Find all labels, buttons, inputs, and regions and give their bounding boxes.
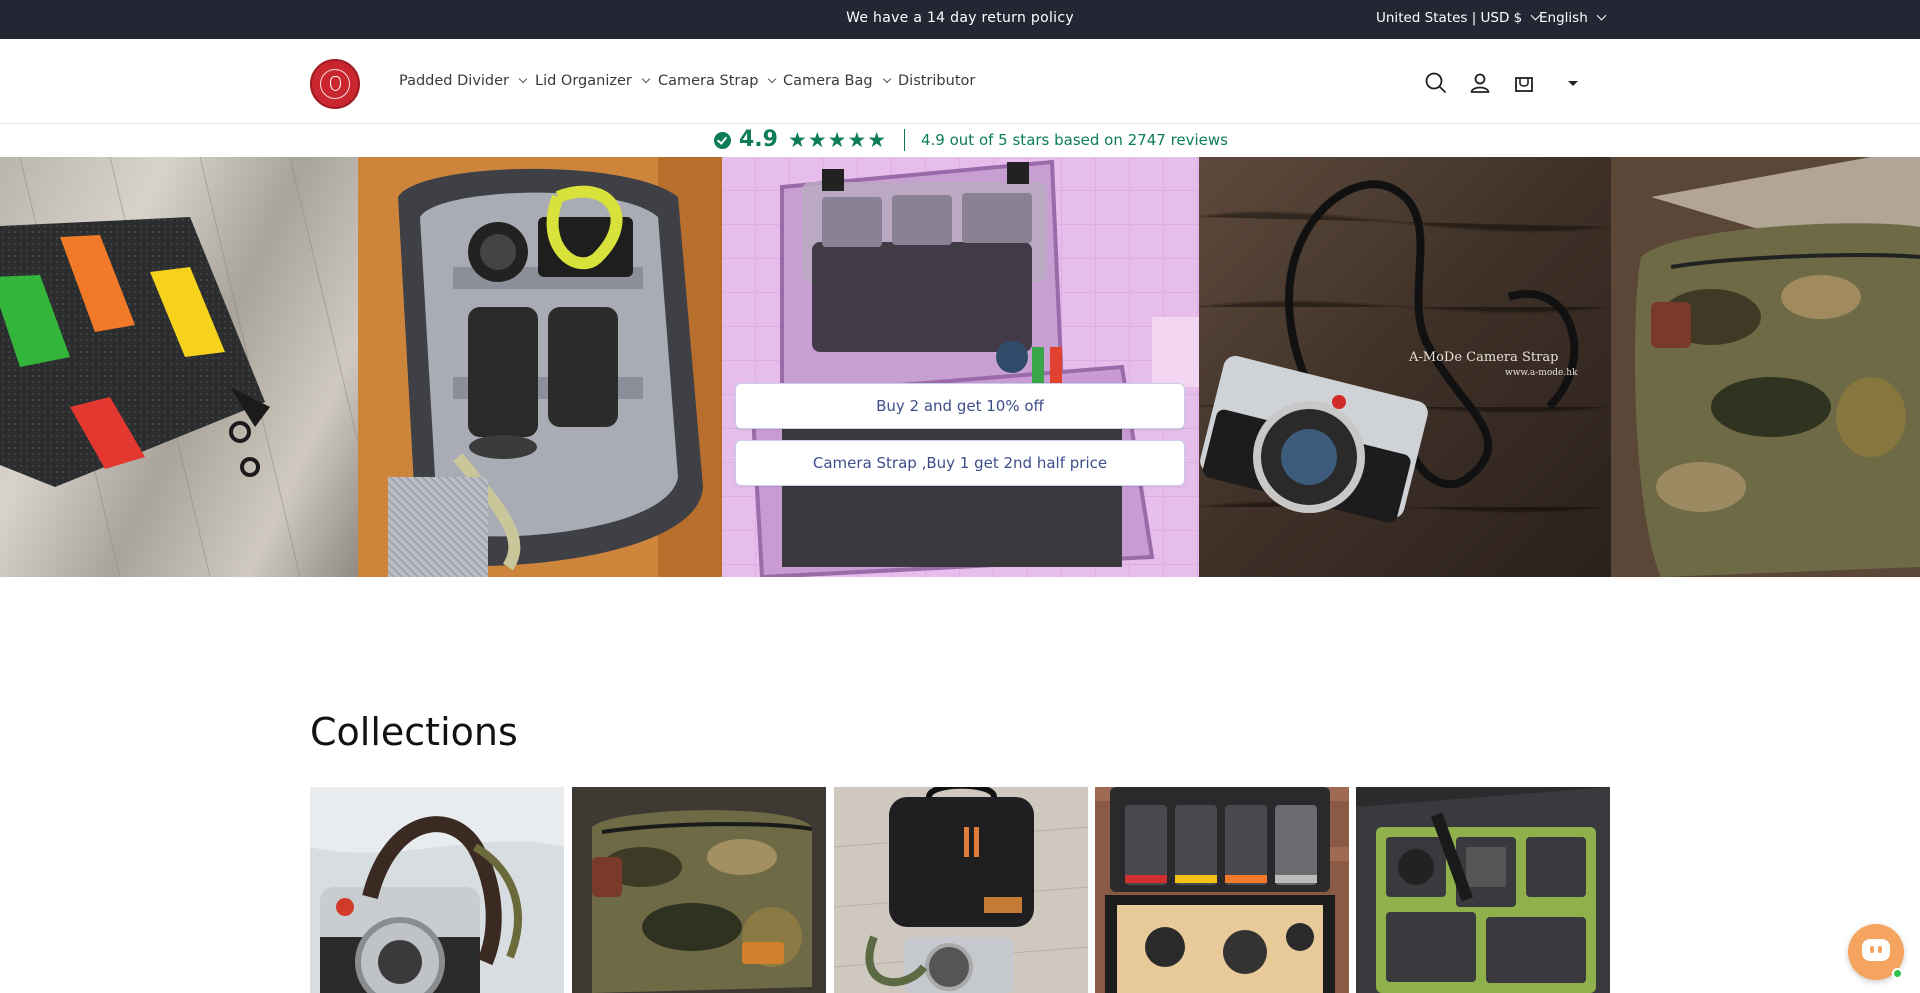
language-selector[interactable]: English <box>1539 0 1607 36</box>
collection-tile-camera-bag[interactable] <box>572 787 826 993</box>
collection-image <box>572 787 826 993</box>
user-icon <box>1470 73 1490 93</box>
hero-banner: A-MoDe Camera Strap www.a-mode.hk Buy 2 … <box>0 157 1920 577</box>
caret-down-icon <box>1568 81 1578 86</box>
nav-label: Camera Strap <box>658 73 759 89</box>
backpack-photo <box>358 157 722 577</box>
watermark-url: www.a-mode.hk <box>1505 368 1578 378</box>
chevron-down-icon <box>768 74 777 84</box>
collection-tile-insert-bag[interactable] <box>834 787 1088 993</box>
cart-icon <box>1515 77 1533 92</box>
chat-launcher-button[interactable] <box>1848 924 1904 980</box>
promo-buy-2-button[interactable]: Buy 2 and get 10% off <box>735 383 1185 429</box>
nav-camera-strap[interactable]: Camera Strap <box>658 67 777 95</box>
reviews-rating-bar[interactable]: 4.9 ★★★★★ 4.9 out of 5 stars based on 27… <box>0 124 1920 156</box>
online-status-dot <box>1892 968 1903 979</box>
nav-distributor[interactable]: Distributor <box>898 67 975 95</box>
rating-score: 4.9 <box>739 127 778 152</box>
announcement-message: We have a 14 day return policy <box>846 10 1074 26</box>
nav-label: Lid Organizer <box>535 73 632 89</box>
account-button[interactable] <box>1466 69 1494 97</box>
site-header: Padded Divider Lid Organizer Camera Stra… <box>0 39 1920 124</box>
logo-emblem-icon <box>320 69 350 99</box>
nav-label: Padded Divider <box>399 73 510 89</box>
verified-check-icon <box>714 132 731 149</box>
country-label: United States | USD $ <box>1376 10 1523 26</box>
nav-lid-organizer[interactable]: Lid Organizer <box>535 67 651 95</box>
divider <box>904 129 905 151</box>
promo-camera-strap-button[interactable]: Camera Strap ,Buy 1 get 2nd half price <box>735 440 1185 486</box>
chevron-down-icon <box>518 74 528 84</box>
watermark-title: A-MoDe Camera Strap <box>1408 350 1558 365</box>
nav-camera-bag[interactable]: Camera Bag <box>783 67 891 95</box>
announcement-bar: We have a 14 day return policy United St… <box>0 0 1920 39</box>
chevron-down-icon <box>1596 10 1607 21</box>
collection-tile-padded-divider[interactable] <box>1356 787 1610 993</box>
collection-image <box>834 787 1088 993</box>
hero-image-pink-case <box>722 157 1199 577</box>
search-icon <box>1425 72 1446 93</box>
hero-image-backpack <box>358 157 722 577</box>
pink-case-photo <box>722 157 1199 577</box>
nav-label: Camera Bag <box>783 73 873 89</box>
chevron-down-icon <box>641 74 651 84</box>
collection-tile-lid-organizer[interactable] <box>1095 787 1349 993</box>
hero-image-leica: A-MoDe Camera Strap www.a-mode.hk <box>1199 157 1611 577</box>
pouch-photo <box>0 157 358 577</box>
collection-image <box>1356 787 1610 993</box>
chat-icon <box>1862 939 1890 961</box>
camo-photo <box>1611 157 1920 577</box>
leica-photo: A-MoDe Camera Strap www.a-mode.hk <box>1199 157 1611 577</box>
search-button[interactable] <box>1422 69 1450 97</box>
hero-image-pouch <box>0 157 358 577</box>
hero-image-camo-pouch <box>1611 157 1920 577</box>
nav-padded-divider[interactable]: Padded Divider <box>399 67 528 95</box>
collection-tile-camera-strap[interactable] <box>310 787 564 993</box>
language-label: English <box>1539 10 1588 26</box>
cart-button[interactable] <box>1510 69 1538 97</box>
more-menu-button[interactable] <box>1559 69 1587 97</box>
collection-image <box>1095 787 1349 993</box>
nav-label: Distributor <box>898 73 976 89</box>
collection-image <box>310 787 564 993</box>
collections-heading: Collections <box>310 710 518 754</box>
chevron-down-icon <box>882 74 891 84</box>
store-logo[interactable] <box>310 59 360 109</box>
country-selector[interactable]: United States | USD $ <box>1376 0 1541 36</box>
rating-summary: 4.9 out of 5 stars based on 2747 reviews <box>921 131 1228 149</box>
rating-stars: ★★★★★ <box>788 128 888 152</box>
